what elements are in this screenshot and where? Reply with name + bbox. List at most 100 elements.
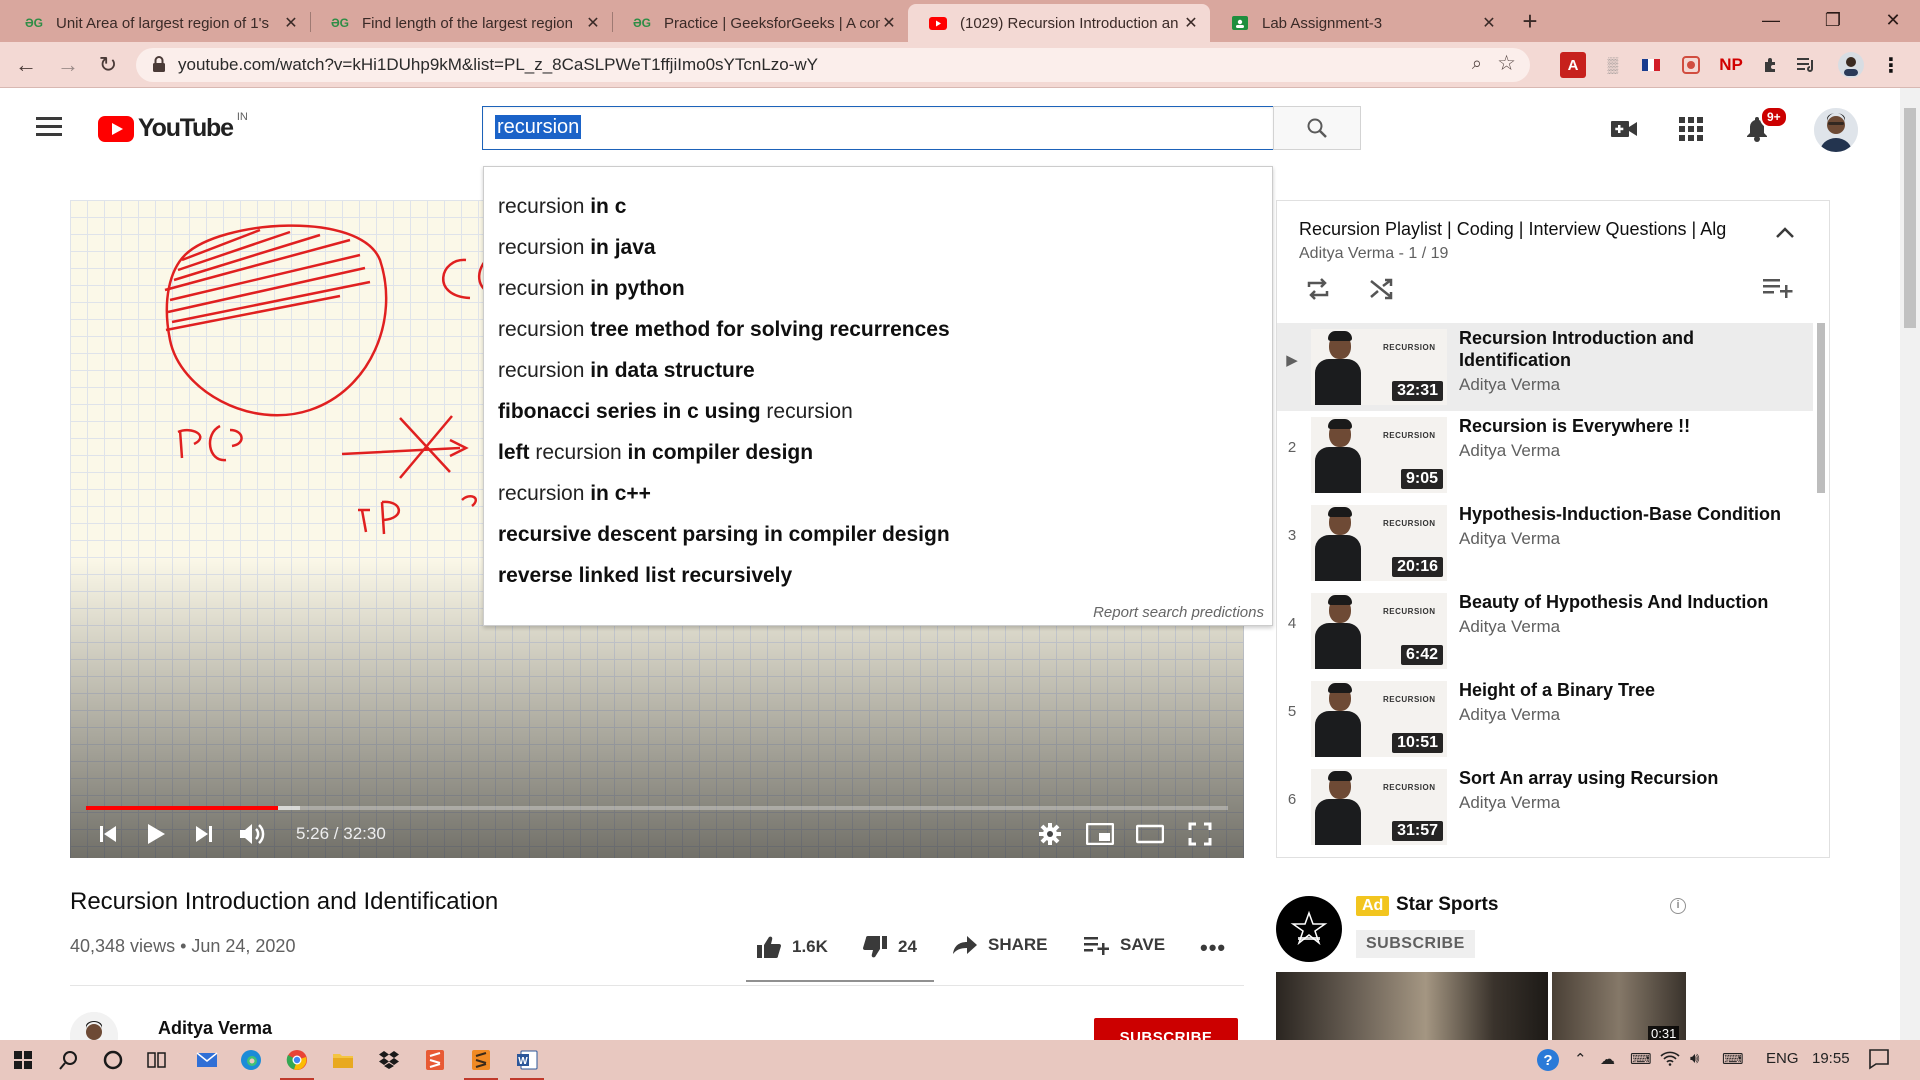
playlist-scrollbar[interactable] <box>1817 323 1825 493</box>
chevron-up-tray-icon[interactable]: ⌃ <box>1574 1050 1587 1068</box>
file-explorer-icon[interactable] <box>320 1040 366 1080</box>
close-tab-icon[interactable]: ✕ <box>880 13 898 33</box>
search-suggestion[interactable]: left recursion in compiler design <box>498 441 813 465</box>
sublime-icon[interactable] <box>412 1040 458 1080</box>
video-thumbnail[interactable]: RECURSION 20:16 <box>1311 505 1447 581</box>
close-tab-icon[interactable]: ✕ <box>1182 13 1200 33</box>
edge-icon[interactable] <box>228 1040 274 1080</box>
channel-name[interactable]: Aditya Verma <box>158 1018 272 1039</box>
shuffle-icon[interactable] <box>1369 277 1395 301</box>
bookmark-star-icon[interactable]: ☆ <box>1497 51 1516 76</box>
forward-arrow-icon[interactable]: → <box>52 49 84 81</box>
minimize-icon[interactable]: — <box>1748 0 1794 40</box>
close-tab-icon[interactable]: ✕ <box>1480 13 1498 33</box>
reload-icon[interactable]: ↻ <box>92 49 124 81</box>
save-playlist-icon[interactable] <box>1763 277 1793 299</box>
flag-icon[interactable] <box>1638 52 1664 78</box>
onedrive-icon[interactable]: ☁ <box>1600 1050 1615 1068</box>
restore-icon[interactable]: ❐ <box>1810 0 1856 40</box>
close-tab-icon[interactable]: ✕ <box>584 13 602 33</box>
menu-icon[interactable] <box>36 117 62 137</box>
search-suggestion[interactable]: fibonacci series in c using recursion <box>498 400 853 424</box>
address-bar[interactable]: youtube.com/watch?v=kHi1DUhp9kM&list=PL_… <box>136 48 1530 82</box>
acrobat-icon[interactable]: A <box>1560 52 1586 78</box>
language-indicator[interactable]: ENG <box>1766 1050 1799 1067</box>
search-suggestion[interactable]: recursion in java <box>498 236 656 260</box>
search-suggestion[interactable]: recursion in data structure <box>498 359 755 383</box>
video-thumbnail[interactable]: RECURSION 31:57 <box>1311 769 1447 845</box>
create-video-icon[interactable] <box>1607 112 1641 146</box>
action-center-icon[interactable] <box>1868 1048 1890 1074</box>
playlist-title[interactable]: Recursion Playlist | Coding | Interview … <box>1299 219 1759 240</box>
search-suggestion[interactable]: recursion tree method for solving recurr… <box>498 318 950 342</box>
search-button[interactable] <box>1273 106 1361 150</box>
video-thumbnail[interactable]: RECURSION 9:05 <box>1311 417 1447 493</box>
search-suggestion[interactable]: recursion in python <box>498 277 685 301</box>
next-button[interactable] <box>184 818 224 850</box>
playlist-item[interactable]: 4 RECURSION 6:42 Beauty of Hypothesis And I… <box>1277 587 1813 675</box>
previous-button[interactable] <box>88 818 128 850</box>
windows-start-icon[interactable] <box>0 1040 46 1080</box>
share-button[interactable]: SHARE <box>952 935 1048 955</box>
report-predictions-link[interactable]: Report search predictions <box>1093 604 1264 621</box>
sublime-open-icon[interactable] <box>458 1040 504 1080</box>
dropbox-icon[interactable] <box>366 1040 412 1080</box>
np-extension-icon[interactable]: NP <box>1718 52 1744 78</box>
playlist-item[interactable]: 6 RECURSION 31:57 Sort An array using Recur… <box>1277 763 1813 851</box>
ad-subscribe-button[interactable]: SUBSCRIBE <box>1356 930 1475 958</box>
speaker-icon[interactable]: 🔊︎ <box>1690 1050 1699 1067</box>
browser-tab[interactable]: ƏG Unit Area of largest region of 1's ✕ <box>4 4 310 42</box>
translate-icon[interactable]: ▒ <box>1600 52 1626 78</box>
video-thumbnail[interactable]: RECURSION 32:31 <box>1311 329 1447 405</box>
search-suggestion[interactable]: recursion in c++ <box>498 482 651 506</box>
browser-tab-active[interactable]: (1029) Recursion Introduction an ✕ <box>908 4 1210 42</box>
input-method-icon[interactable]: ⌨ <box>1630 1050 1652 1068</box>
loop-icon[interactable] <box>1305 277 1331 301</box>
playlist-item[interactable]: 5 RECURSION 10:51 Height of a Binary Tree Ad… <box>1277 675 1813 763</box>
account-avatar[interactable] <box>1814 108 1858 152</box>
wifi-icon[interactable] <box>1660 1050 1680 1070</box>
playlist-item[interactable]: 2 RECURSION 9:05 Recursion is Everywhere !!… <box>1277 411 1813 499</box>
theater-mode-button[interactable] <box>1130 818 1170 850</box>
puzzle-icon[interactable] <box>1758 52 1784 78</box>
back-arrow-icon[interactable]: ← <box>10 49 42 81</box>
chevron-up-icon[interactable] <box>1775 227 1795 239</box>
progress-bar[interactable] <box>86 806 1228 810</box>
play-button[interactable] <box>136 818 176 850</box>
task-view-icon[interactable] <box>134 1040 180 1080</box>
volume-button[interactable] <box>232 818 272 850</box>
help-icon[interactable]: ? <box>1536 1048 1560 1076</box>
cortana-icon[interactable] <box>90 1040 136 1080</box>
browser-tab[interactable]: ƏG Practice | GeeksforGeeks | A comp ✕ <box>612 4 908 42</box>
profile-avatar-icon[interactable] <box>1838 52 1864 78</box>
search-suggestion[interactable]: recursion in c <box>498 195 626 219</box>
record-icon[interactable] <box>1678 52 1704 78</box>
chrome-icon[interactable] <box>274 1040 320 1080</box>
save-button[interactable]: SAVE <box>1084 935 1165 955</box>
zoom-icon[interactable]: ⌕ <box>1472 53 1482 74</box>
fullscreen-button[interactable] <box>1180 818 1220 850</box>
keyboard-icon[interactable]: ⌨ <box>1722 1050 1744 1068</box>
dislike-button[interactable]: 24 <box>862 935 917 959</box>
info-icon[interactable]: i <box>1670 898 1686 914</box>
settings-button[interactable] <box>1030 818 1070 850</box>
mail-icon[interactable] <box>184 1040 230 1080</box>
playlist-item[interactable]: 3 RECURSION 20:16 Hypothesis-Induction-Base… <box>1277 499 1813 587</box>
search-icon[interactable] <box>46 1040 92 1080</box>
word-icon[interactable]: W <box>504 1040 550 1080</box>
page-scrollbar[interactable] <box>1900 88 1920 1040</box>
apps-grid-icon[interactable] <box>1674 112 1708 146</box>
playlist-item-current[interactable]: ▶ RECURSION 32:31 Recursion Introduction an… <box>1277 323 1813 411</box>
search-suggestion[interactable]: reverse linked list recursively <box>498 564 792 588</box>
video-thumbnail[interactable]: RECURSION 10:51 <box>1311 681 1447 757</box>
clock[interactable]: 19:55 <box>1812 1050 1850 1067</box>
more-actions-icon[interactable]: ••• <box>1200 935 1226 961</box>
media-icon[interactable] <box>1794 52 1820 78</box>
browser-tab[interactable]: Lab Assignment-3 ✕ <box>1210 4 1508 42</box>
video-thumbnail[interactable]: RECURSION 6:42 <box>1311 593 1447 669</box>
miniplayer-button[interactable] <box>1080 818 1120 850</box>
ad-video-thumbnail[interactable] <box>1276 972 1548 1042</box>
search-input[interactable]: recursion <box>482 106 1274 150</box>
chrome-menu-icon[interactable]: ⋮ <box>1878 52 1904 78</box>
search-suggestion[interactable]: recursive descent parsing in compiler de… <box>498 523 950 547</box>
